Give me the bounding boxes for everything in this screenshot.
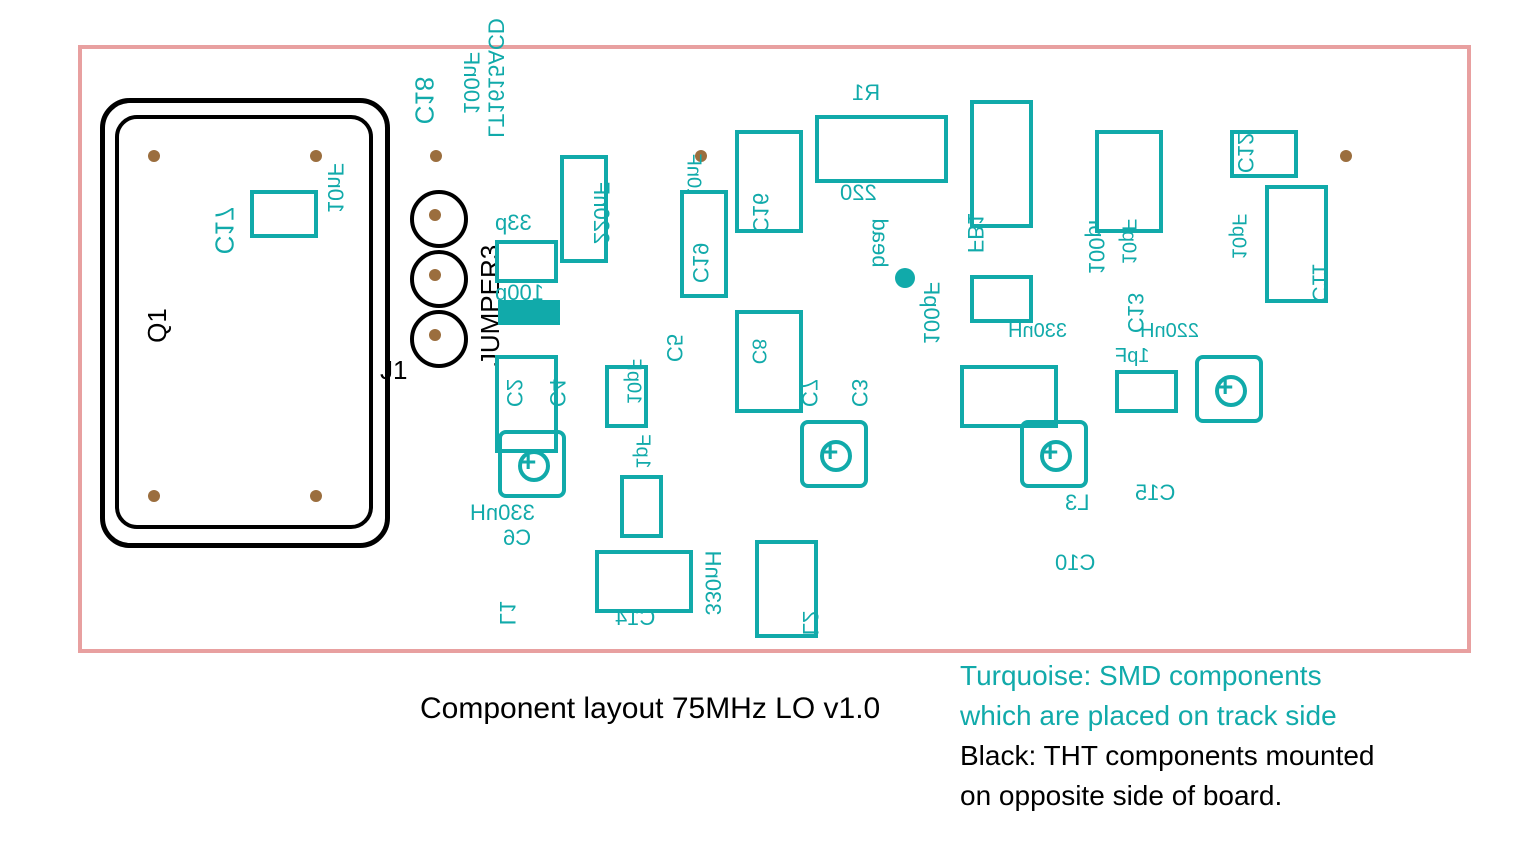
c19-label: C19 [687,243,713,283]
c11-label: C11 [1306,264,1332,303]
r1-label: R1 [852,80,880,106]
bead-label: bead [866,219,892,268]
pad [310,150,322,162]
33p-label: 33p [495,210,532,236]
c18-100nf: 100nF [458,52,484,114]
c18-label: C18 [408,77,439,125]
10pf3-label: 10pF [1226,214,1249,260]
c9-box [970,275,1033,323]
trimmer3 [1020,420,1088,488]
legend-black-2: on opposite side of board. [960,780,1282,812]
trimmer2 [800,420,868,488]
c12-label: C12 [1232,133,1258,173]
c3-label: C3 [846,379,872,407]
pad-filled [895,268,915,288]
c16-label: C16 [747,193,773,233]
trimmer1 [498,430,566,498]
c8-label: C8 [746,339,769,365]
c-box3 [1095,130,1163,233]
jumper-pad [410,250,468,308]
c15-label: C15 [1135,480,1175,506]
r1-box [815,115,948,183]
1pf2-label: 1pF [1115,345,1149,368]
fb1-label: FB1 [962,213,988,253]
c5-label: C5 [661,334,687,362]
pad [430,150,442,162]
legend-turquoise-2: which are placed on track side [960,700,1337,732]
10pf2-label: 10pF [1116,219,1139,265]
fb1-box [970,100,1033,228]
1pf1-label: 1pF [631,434,654,468]
c-33p [495,240,558,283]
c17-label: C17 [208,207,239,255]
100p-label: 100p [495,280,544,306]
l2-label: L2 [797,611,823,635]
pad [148,150,160,162]
c6-label: C6 [503,525,531,551]
jumper-pad [410,310,468,368]
220nh-label: 220nH [1140,320,1199,343]
330nh1-label: 330nH [470,500,535,526]
c10-label: C10 [1055,550,1095,576]
legend-turquoise-1: Turquoise: SMD components [960,660,1322,692]
jumper-pad [410,190,468,248]
10pf1-label: 10pF [621,359,644,405]
330nh2-label: 330nH [699,551,725,616]
c17-comp [250,190,318,238]
pad [148,490,160,502]
330nh3-label: 330nH [1008,320,1067,343]
c7-label: C7 [796,379,822,407]
c2-label: C2 [501,379,527,407]
lt1615-label: LT1615ACD [483,18,509,137]
pad [310,490,322,502]
c4-label: C4 [544,379,570,407]
220-label: 220 [840,180,877,206]
100pf1-label: 100pF [918,282,944,344]
c15-box [1115,370,1178,413]
pad [1340,150,1352,162]
c5-box [620,475,663,538]
l3-outer [960,365,1058,428]
l1-label: L1 [494,601,520,625]
legend-black-1: Black: THT components mounted [960,740,1375,772]
c14-label: C14 [615,605,655,631]
220nf-label: 220nF [588,182,614,244]
q1-label: Q1 [142,308,173,343]
l3-label: L3 [1065,490,1089,516]
c14-box [595,550,693,613]
trimmer4 [1195,355,1263,423]
c17-10nf: 10nF [322,163,348,213]
caption: Component layout 75MHz LO v1.0 [420,692,880,726]
j1-label: J1 [380,355,407,386]
